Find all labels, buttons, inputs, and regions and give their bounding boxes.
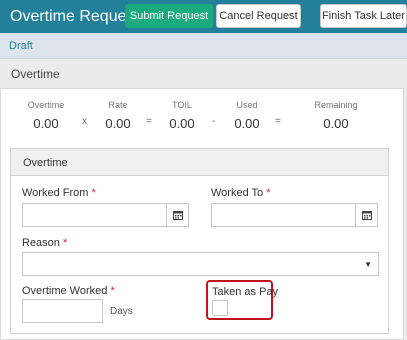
summary-overtime-value: 0.00 [33,116,59,131]
days-unit-label: Days [110,306,133,317]
required-marker: * [91,187,96,199]
taken-as-pay-checkbox[interactable] [212,300,228,316]
taken-as-pay-label: Taken as Pay [212,286,279,298]
summary-overtime-label: Overtime [27,100,65,110]
card-header: Overtime [11,149,388,176]
overtime-worked-label: Overtime Worked * [22,285,115,297]
section-title: Overtime [11,67,60,81]
reason-select[interactable]: ▼ [22,252,379,276]
overtime-worked-input[interactable] [22,299,103,323]
summary-remaining-label: Remaining [314,100,358,110]
calendar-icon[interactable] [355,203,377,227]
required-marker: * [266,187,271,199]
required-marker: * [110,285,115,297]
cancel-request-button[interactable]: Cancel Request [216,4,301,28]
worked-from-input[interactable] [22,203,189,227]
summary-rate-value: 0.00 [105,116,131,131]
summary-toil-label: TOIL [172,100,192,110]
summary-overtime: Overtime 0.00 [24,100,68,131]
summary-used: Used 0.00 [225,100,269,131]
summary-rate-label: Rate [108,100,128,110]
summary-remaining: Remaining 0.00 [308,100,364,131]
finish-task-later-button[interactable]: Finish Task Later [320,4,407,28]
worked-to-input[interactable] [211,203,378,227]
calendar-icon[interactable] [166,203,188,227]
required-marker: * [62,237,68,249]
operator-equals-2: = [275,116,281,127]
summary-remaining-value: 0.00 [323,116,349,131]
page-title: Overtime Request [10,8,139,25]
top-bar: Overtime Request Submit Request Cancel R… [0,0,407,33]
worked-to-label: Worked To * [211,187,271,199]
submit-request-button[interactable]: Submit Request [125,4,213,28]
operator-multiply: x [82,116,87,127]
status-bar: Draft [0,33,407,59]
chevron-down-icon: ▼ [364,260,372,269]
summary-used-value: 0.00 [234,116,260,131]
summary-toil-value: 0.00 [169,116,195,131]
reason-label: Reason * [22,237,68,249]
summary-toil: TOIL 0.00 [160,100,204,131]
summary-used-label: Used [236,100,258,110]
card-title: Overtime [23,157,68,169]
operator-minus: - [212,116,216,127]
worked-from-label: Worked From * [22,187,96,199]
status-label: Draft [9,40,33,52]
operator-equals: = [146,116,152,127]
summary-rate: Rate 0.00 [96,100,140,131]
